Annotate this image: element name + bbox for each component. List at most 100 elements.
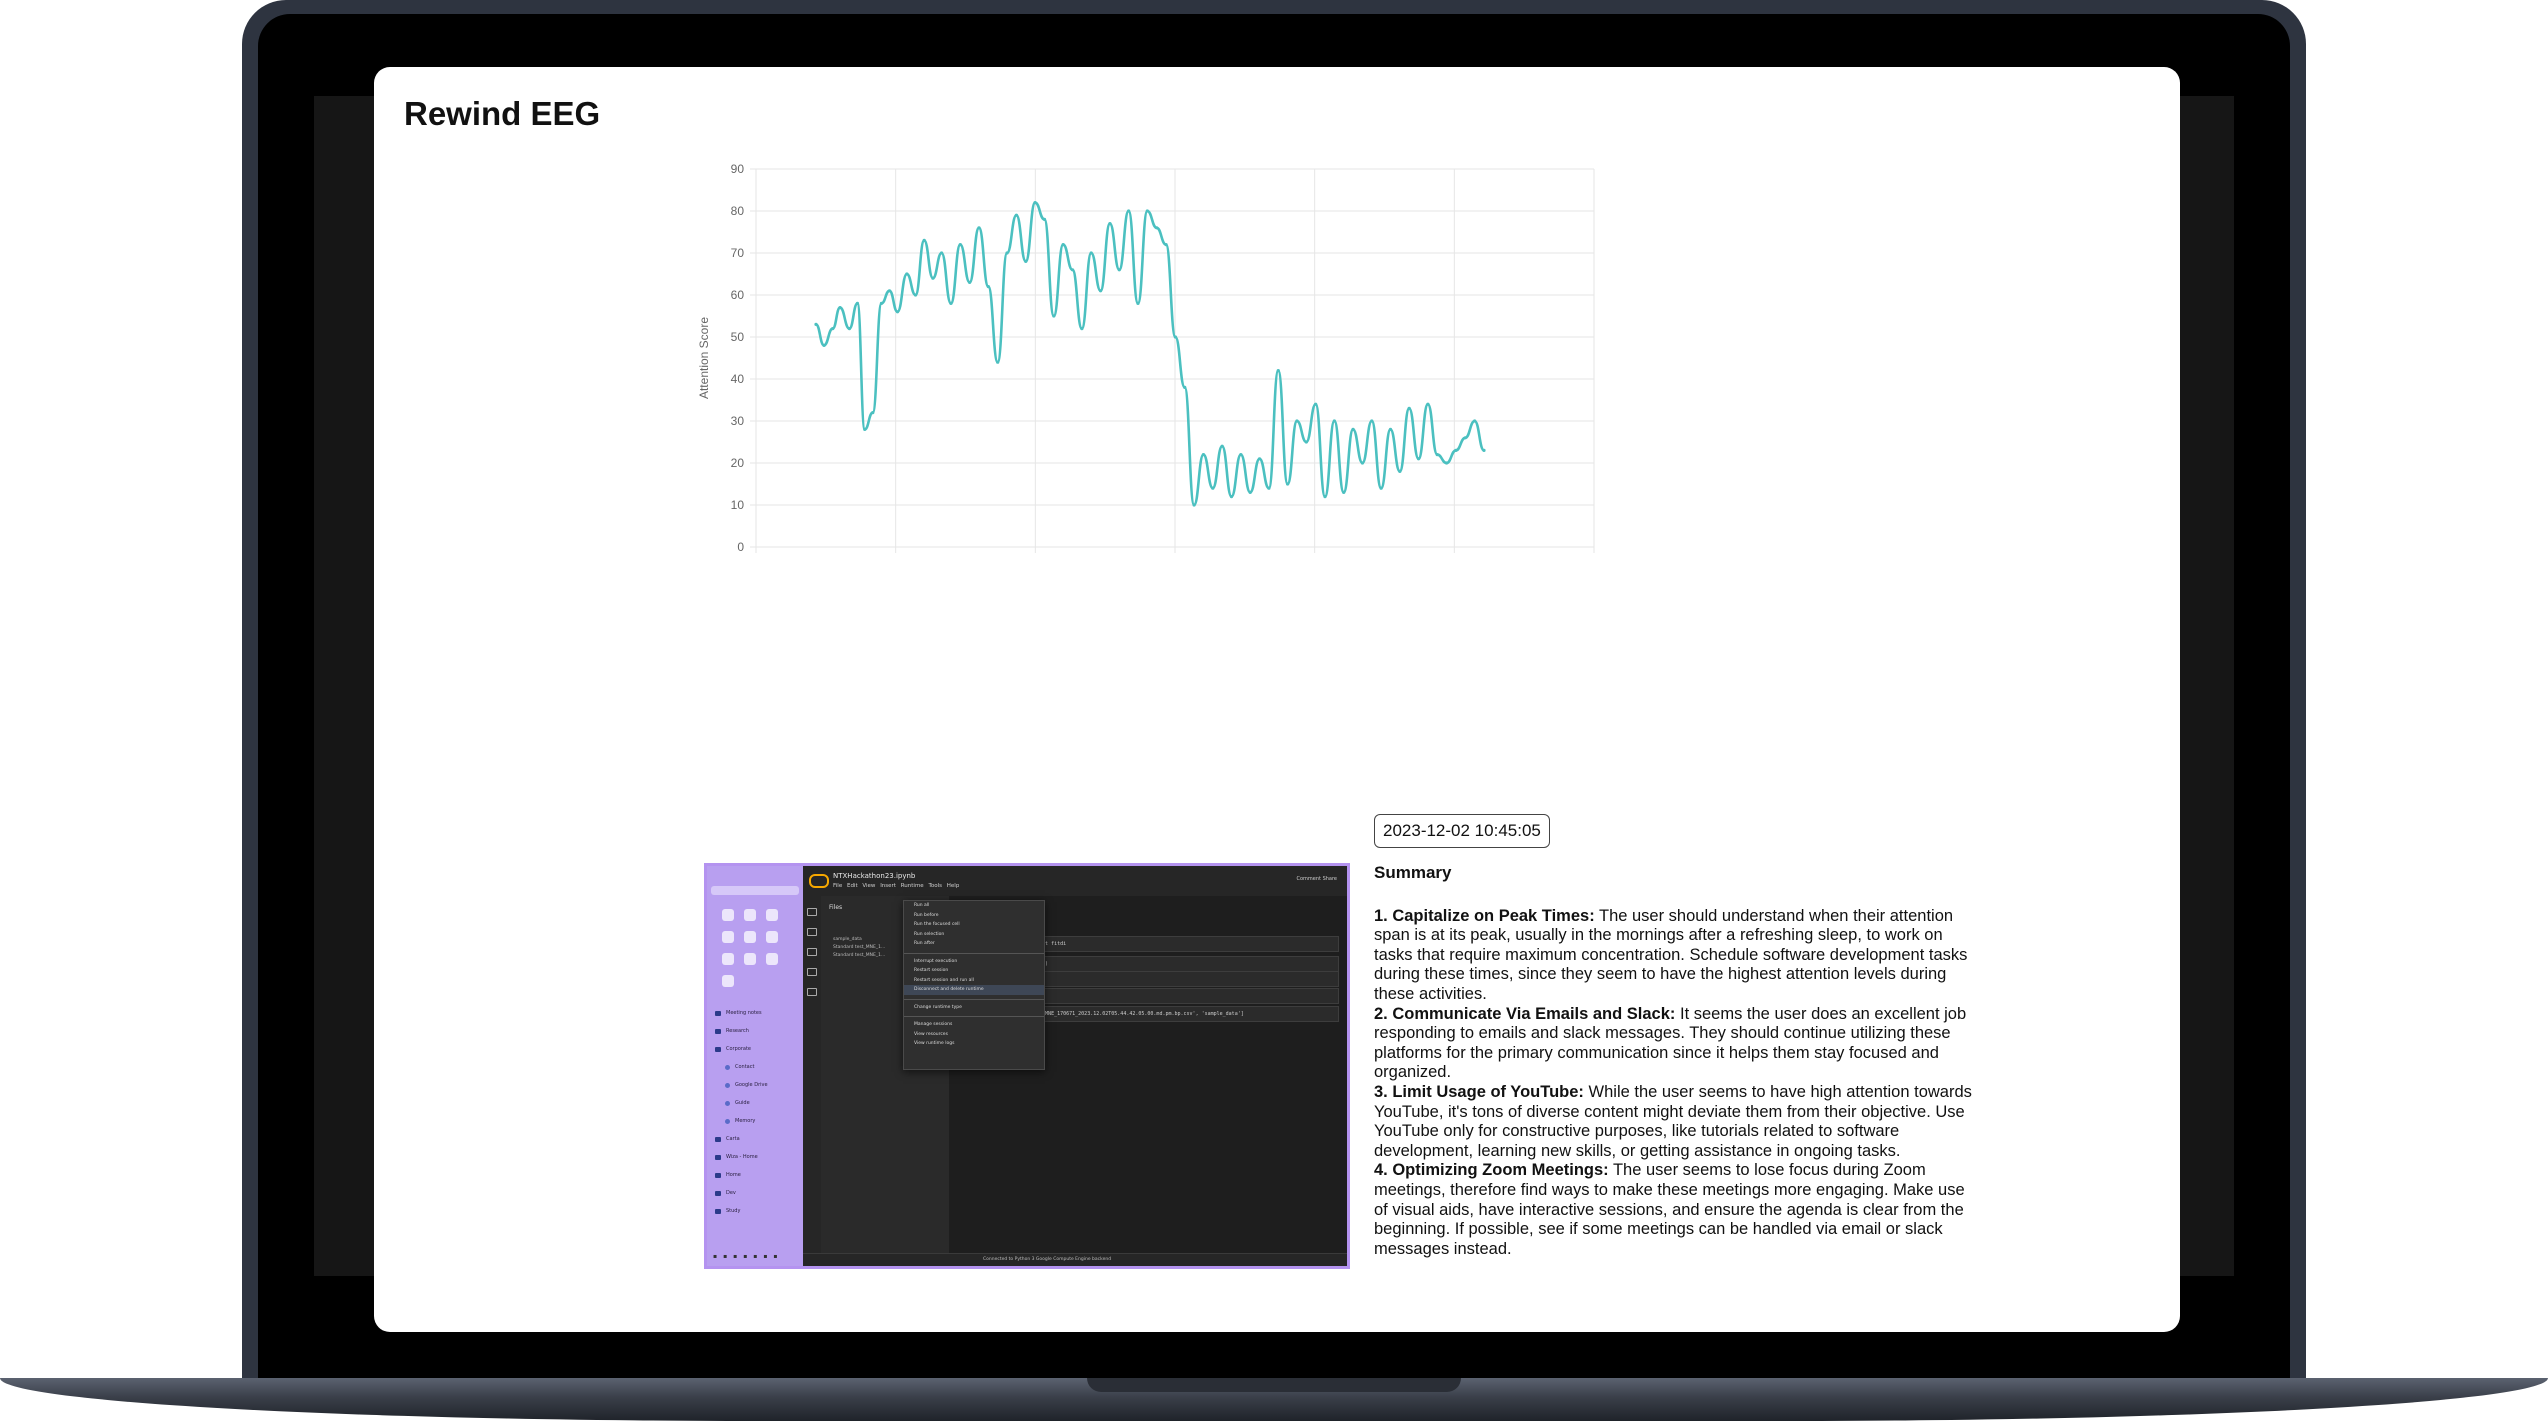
data-point (1473, 419, 1477, 423)
folder-icon (715, 1190, 721, 1196)
menu-item: Run selection (914, 931, 945, 937)
data-point (1005, 251, 1009, 255)
data-point (847, 327, 851, 331)
sidebar-item: Memory (715, 1112, 799, 1130)
sidebar-folder-list: Meeting notes Research Corporate Contact… (715, 1004, 799, 1220)
data-point (1024, 259, 1028, 263)
y-tick-label: 60 (731, 288, 745, 302)
data-point (895, 310, 900, 314)
sidebar-item: Contact (715, 1058, 799, 1076)
data-point (1388, 427, 1393, 431)
data-point (1239, 453, 1243, 457)
folder-icon (715, 1172, 721, 1178)
app-icon (744, 953, 756, 965)
data-point (1070, 268, 1075, 272)
data-point (996, 360, 1000, 364)
data-point (922, 238, 926, 242)
menu-separator (904, 949, 1044, 954)
data-point (863, 427, 867, 431)
page-icon (715, 1136, 721, 1142)
menu-separator (904, 1012, 1044, 1017)
menu-item: Manage sessions (914, 1022, 953, 1027)
data-point (1089, 251, 1093, 255)
menu-item: View runtime logs (914, 1041, 955, 1046)
menu-item: Interrupt execution (914, 958, 958, 964)
menu-item: Run after (914, 941, 935, 946)
data-point (1192, 503, 1196, 507)
sidebar-bottom-icons: ▪▪▪▪▪▪▪ (713, 1253, 784, 1260)
rail-icon (807, 908, 817, 916)
data-point (986, 285, 990, 289)
y-axis-label: Attention Score (697, 317, 711, 399)
data-point (814, 322, 818, 326)
sidebar-item: Carta (715, 1130, 799, 1148)
app-icon (744, 909, 756, 921)
data-point (949, 301, 953, 305)
page-icon (725, 1064, 730, 1070)
summary-heading: Summary (1374, 863, 1452, 882)
summary-item: 3. Limit Usage of YouTube: While the use… (1374, 1083, 1980, 1161)
menu-item: Restart session (914, 968, 949, 973)
summary-item: 4. Optimizing Zoom Meetings: The user se… (1374, 1161, 1980, 1259)
y-tick-label: 20 (731, 456, 745, 470)
y-tick-label: 50 (731, 330, 745, 344)
data-point (1398, 469, 1402, 473)
screen-capture-thumbnail[interactable]: Meeting notes Research Corporate Contact… (704, 863, 1350, 1269)
browser-sidebar: Meeting notes Research Corporate Contact… (707, 866, 803, 1266)
data-point (1304, 440, 1308, 444)
summary-item-title: 2. Communicate Via Emails and Slack: (1374, 1004, 1676, 1023)
app-icon (722, 953, 734, 965)
data-point (822, 343, 826, 347)
y-tick-label: 30 (731, 414, 745, 428)
app-icon (766, 953, 778, 965)
data-point (1108, 222, 1112, 226)
data-point (1248, 490, 1252, 494)
data-point (931, 276, 935, 280)
data-point (1407, 406, 1411, 410)
notebook-header: NTXHackathon23.ipynb File Edit View Inse… (803, 866, 1347, 896)
data-point (887, 289, 892, 293)
data-point (1416, 457, 1421, 461)
data-point (1286, 482, 1290, 486)
sidebar-item: Home (715, 1166, 799, 1184)
page-icon (725, 1100, 730, 1106)
data-point (1435, 453, 1439, 457)
menu-item: Disconnect and delete runtime (904, 985, 1044, 995)
colab-logo-icon (809, 874, 829, 888)
browser-tabs (711, 870, 799, 882)
data-point (1061, 243, 1065, 247)
data-point (1155, 226, 1159, 230)
data-point (1276, 369, 1280, 373)
app-icon (722, 909, 734, 921)
data-point (913, 293, 918, 297)
data-point (1173, 335, 1177, 339)
menu-item: Change runtime type (914, 1004, 962, 1010)
notebook-status-bar: Connected to Python 3 Google Compute Eng… (803, 1253, 1347, 1266)
menu-item: Run all (914, 903, 930, 908)
sidebar-item: Dev (715, 1184, 799, 1202)
data-point (1454, 448, 1458, 452)
menu-separator (904, 995, 1044, 1000)
sidebar-item: Google Drive (715, 1076, 799, 1094)
summary-panel: Summary 1. Capitalize on Peak Times: The… (1374, 863, 1980, 1259)
app-icon (744, 931, 756, 943)
rail-icon (807, 928, 817, 936)
app-icon (766, 909, 778, 921)
data-point (1080, 327, 1084, 331)
app-icon (722, 931, 734, 943)
data-point (1323, 495, 1327, 499)
sidebar-item: Study (715, 1202, 799, 1220)
folder-icon (715, 1208, 721, 1214)
data-point (1127, 209, 1131, 213)
data-point (1052, 314, 1056, 318)
data-point (1220, 444, 1224, 448)
data-point (1482, 448, 1486, 452)
data-point (1351, 427, 1355, 431)
data-point (1136, 301, 1140, 305)
y-tick-label: 0 (737, 540, 744, 554)
data-point (879, 301, 884, 305)
data-point (939, 251, 944, 255)
page-icon (725, 1082, 730, 1088)
data-point (1229, 495, 1234, 499)
app-icon (766, 931, 778, 943)
